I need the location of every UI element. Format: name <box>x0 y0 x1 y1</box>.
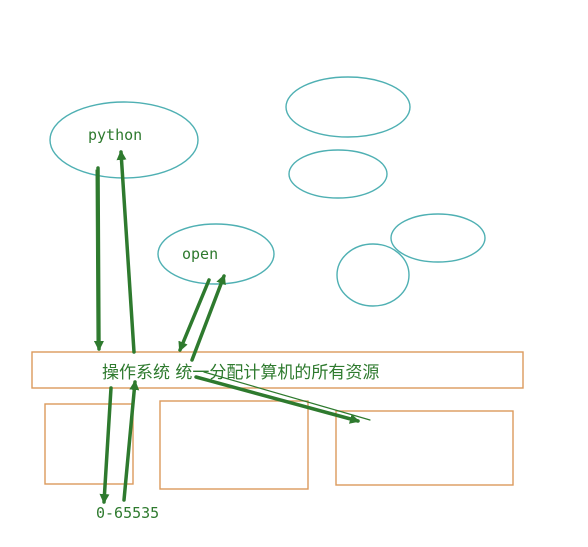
diagram-canvas: python open 操作系统 统一分配计算机的所有资源 0-65535 <box>31 76 524 522</box>
resource-box-right <box>335 410 514 486</box>
process-ellipse-top-right <box>285 76 411 138</box>
process-ellipse-small-circle <box>336 243 410 307</box>
process-ellipses <box>49 76 486 307</box>
port-range-label: 0-65535 <box>96 504 159 522</box>
open-label: open <box>182 245 218 263</box>
resource-box-middle <box>159 400 309 490</box>
process-ellipse-right <box>390 213 486 263</box>
arrow-python-to-os <box>93 166 104 351</box>
arrow-os-to-port <box>99 386 113 504</box>
arrow-os-to-python <box>116 150 136 354</box>
arrow-os-to-open <box>190 274 226 362</box>
resource-box-left <box>44 403 134 485</box>
process-ellipse-middle-right <box>288 149 388 199</box>
arrow-os-to-right-box <box>194 375 360 424</box>
arrow-open-to-os <box>178 278 211 352</box>
python-label: python <box>88 126 142 144</box>
os-bar-label: 操作系统 统一分配计算机的所有资源 <box>102 363 379 383</box>
flow-arrows <box>93 150 371 504</box>
